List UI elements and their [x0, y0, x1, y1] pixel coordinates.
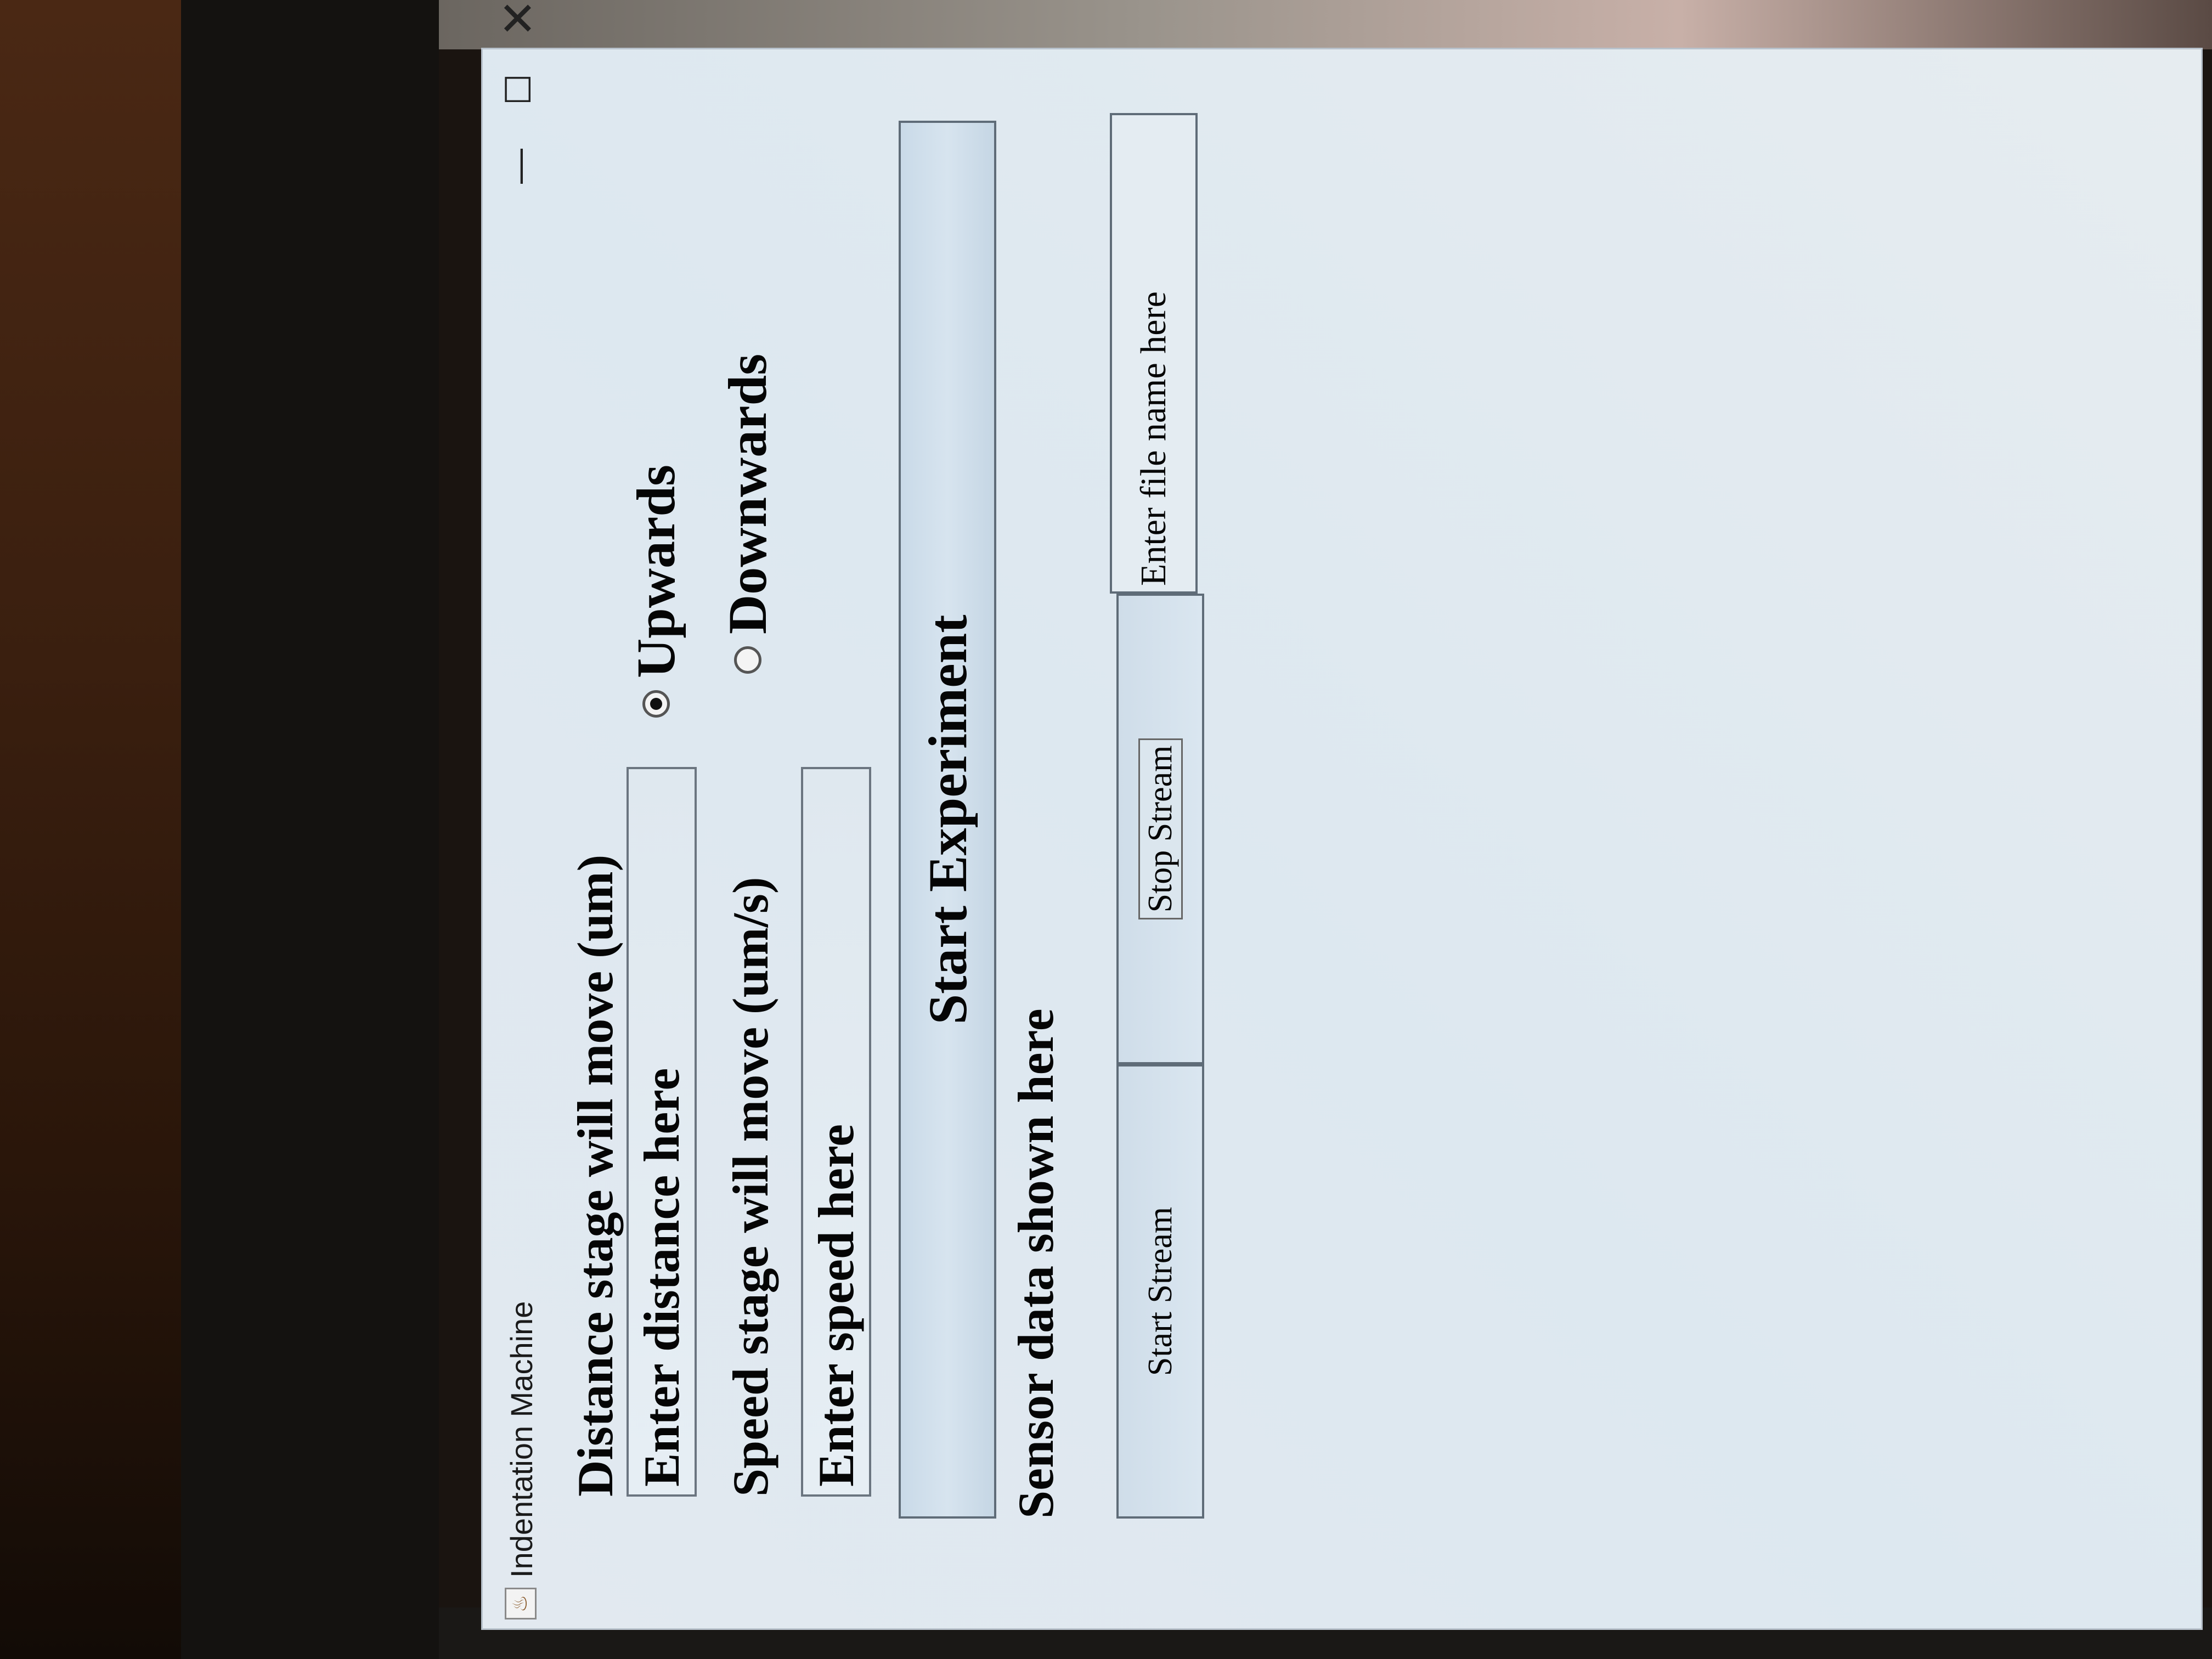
- sensor-data-label: Sensor data shown here: [1008, 1008, 1064, 1519]
- distance-label: Distance stage will move (um): [567, 854, 623, 1497]
- radio-downwards-label: Downwards: [717, 353, 778, 634]
- distance-input[interactable]: Enter distance here: [627, 767, 697, 1497]
- monitor-bezel: [181, 0, 439, 1659]
- app-window: ♨ Indentation Machine — ☐ ✕ Distance sta…: [483, 0, 2201, 1628]
- app-icon: ♨: [505, 1588, 537, 1620]
- start-experiment-button[interactable]: Start Experiment: [899, 121, 996, 1519]
- stop-stream-button[interactable]: Stop Stream: [1116, 594, 1204, 1064]
- radio-selected-icon: [642, 690, 670, 718]
- window-title: Indentation Machine: [504, 1301, 539, 1578]
- minimize-icon[interactable]: —: [494, 136, 543, 196]
- stop-stream-label: Stop Stream: [1138, 738, 1183, 920]
- start-stream-button[interactable]: Start Stream: [1116, 1064, 1204, 1519]
- radio-upwards-label: Upwards: [625, 465, 686, 678]
- background-strip: [439, 0, 2212, 49]
- title-bar: ♨ Indentation Machine — ☐ ✕: [483, 0, 544, 1628]
- speed-input[interactable]: Enter speed here: [801, 767, 871, 1497]
- maximize-icon[interactable]: ☐: [494, 59, 543, 120]
- radio-unselected-icon: [733, 646, 761, 674]
- radio-downwards[interactable]: Downwards: [716, 354, 779, 674]
- radio-upwards[interactable]: Upwards: [624, 465, 687, 718]
- speed-label: Speed stage will move (um/s): [723, 877, 778, 1497]
- close-icon[interactable]: ✕: [493, 0, 544, 48]
- file-name-input[interactable]: Enter file name here: [1110, 113, 1198, 594]
